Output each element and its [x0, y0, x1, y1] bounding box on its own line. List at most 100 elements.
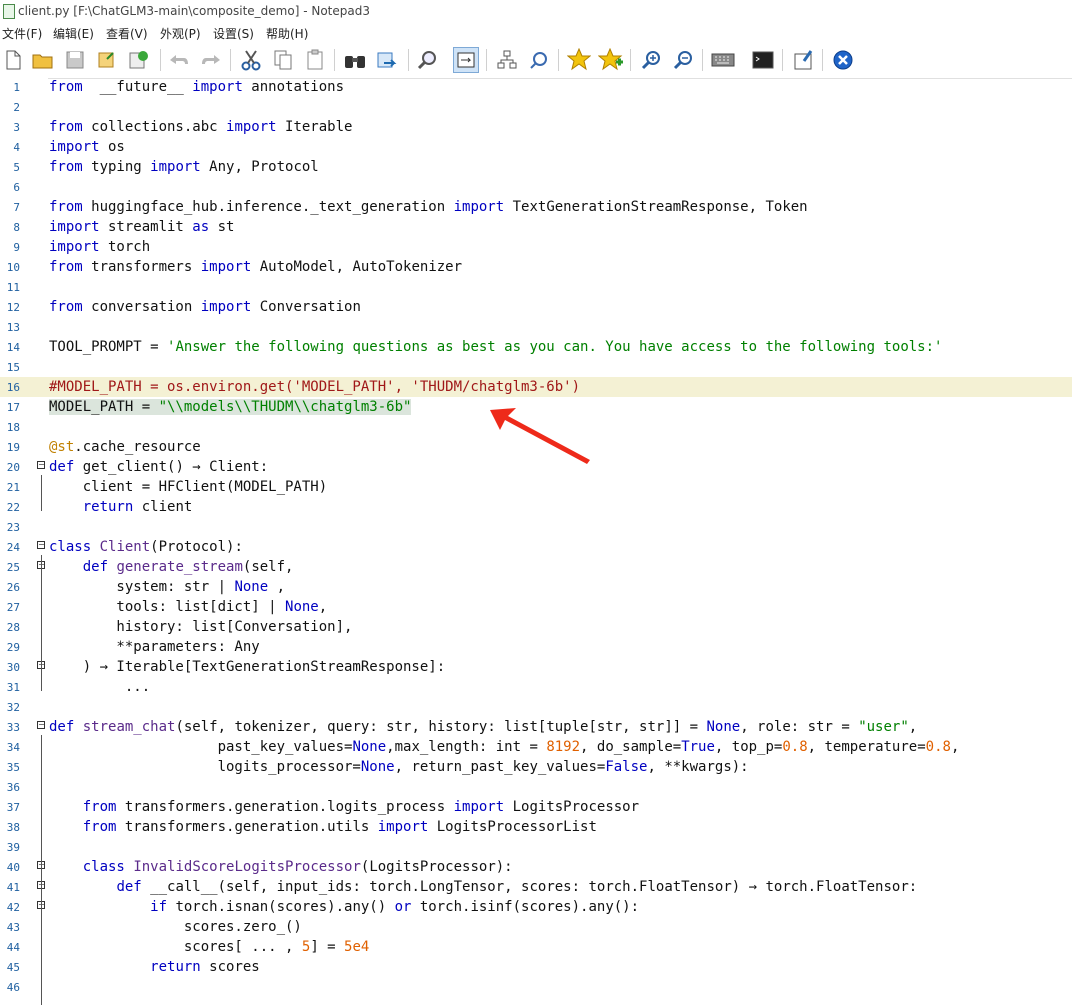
code-line[interactable]: 31 ... — [0, 677, 1072, 697]
code-token: @st — [49, 439, 75, 455]
code-token: , **kwargs): — [647, 759, 749, 775]
code-line[interactable]: 33 − def stream_chat(self, tokenizer, quer… — [0, 717, 1072, 737]
code-line[interactable]: 24 − class Client(Protocol): — [0, 537, 1072, 557]
favorite-icon[interactable] — [566, 47, 592, 73]
line-number: 27 — [6, 601, 20, 614]
new-file-icon[interactable] — [0, 47, 26, 73]
code-line[interactable]: 7 from huggingface_hub.inference._text_ge… — [0, 197, 1072, 217]
line-number: 31 — [6, 681, 20, 694]
code-line[interactable]: 30− ) → Iterable[TextGenerationStreamRes… — [0, 657, 1072, 677]
code-line[interactable]: 23 — [0, 517, 1072, 537]
code-token: system: str | — [49, 579, 235, 595]
zoom-find-icon[interactable] — [414, 47, 440, 73]
menu-settings[interactable]: 设置(S) — [213, 25, 254, 42]
line-number: 43 — [6, 921, 20, 934]
code-line[interactable]: 44 scores[ ... , 5] = 5e4 — [0, 937, 1072, 957]
code-line[interactable]: 28 history: list[Conversation], — [0, 617, 1072, 637]
find-icon[interactable] — [342, 47, 368, 73]
undo-icon[interactable] — [166, 47, 192, 73]
line-number: 12 — [6, 301, 20, 314]
code-line[interactable]: 34 past_key_values=None,max_length: int … — [0, 737, 1072, 757]
code-token: import — [150, 159, 201, 175]
code-line[interactable]: 43 scores.zero_() — [0, 917, 1072, 937]
code-line[interactable]: 4 import os — [0, 137, 1072, 157]
code-line[interactable]: 12 from conversation import Conversation — [0, 297, 1072, 317]
save-as-icon[interactable] — [126, 47, 152, 73]
code-line[interactable]: 37 from transformers.generation.logits_p… — [0, 797, 1072, 817]
menu-file[interactable]: 文件(F) — [2, 25, 42, 42]
cut-icon[interactable] — [238, 47, 264, 73]
fold-toggle-icon[interactable]: − — [37, 461, 45, 469]
code-token: class — [82, 859, 125, 875]
code-line[interactable]: 41− def __call__(self, input_ids: torch.… — [0, 877, 1072, 897]
code-text: from collections.abc import Iterable — [49, 119, 352, 135]
code-line[interactable]: 3 from collections.abc import Iterable — [0, 117, 1072, 137]
code-line[interactable]: 15 — [0, 357, 1072, 377]
code-line[interactable]: 26 system: str | None , — [0, 577, 1072, 597]
code-token: Any, Protocol — [200, 159, 319, 175]
fold-toggle-icon[interactable]: − — [37, 541, 45, 549]
code-line[interactable]: 46 — [0, 977, 1072, 997]
open-folder-icon[interactable] — [30, 47, 56, 73]
add-favorite-icon[interactable] — [598, 47, 624, 73]
code-line[interactable]: 29 **parameters: Any — [0, 637, 1072, 657]
code-line[interactable]: 16 #MODEL_PATH = os.environ.get('MODEL_PA… — [0, 377, 1072, 397]
menu-appearance[interactable]: 外观(P) — [160, 25, 201, 42]
pin-icon[interactable] — [790, 47, 816, 73]
copy-icon[interactable] — [270, 47, 296, 73]
paste-icon[interactable] — [302, 47, 328, 73]
code-line[interactable]: 32 — [0, 697, 1072, 717]
code-line[interactable]: 10 from transformers import AutoModel, Au… — [0, 257, 1072, 277]
code-line[interactable]: 1 from __future__ import annotations — [0, 77, 1072, 97]
code-text: class Client(Protocol): — [49, 539, 243, 555]
code-editor[interactable]: 1 from __future__ import annotations 2 3 fro… — [0, 77, 1072, 1005]
menu-help[interactable]: 帮助(H) — [266, 25, 308, 42]
code-line[interactable]: 35 logits_processor=None, return_past_ke… — [0, 757, 1072, 777]
fold-toggle-icon[interactable]: − — [37, 721, 45, 729]
exit-icon[interactable] — [830, 47, 856, 73]
code-token: (self, tokenizer, query: str, history: l… — [175, 719, 707, 735]
line-number: 23 — [6, 521, 20, 534]
terminal-icon[interactable] — [750, 47, 776, 73]
code-line[interactable]: 42− if torch.isnan(scores).any() or torc… — [0, 897, 1072, 917]
code-line[interactable]: 22 return client — [0, 497, 1072, 517]
code-token: torch.isinf(scores).any(): — [411, 899, 640, 915]
code-token: AutoModel, AutoTokenizer — [251, 259, 463, 275]
code-token: ] = — [310, 939, 345, 955]
code-token: ) → Iterable[TextGenerationStreamRespons… — [49, 659, 446, 675]
code-token: import — [49, 239, 100, 255]
code-token: return — [150, 959, 201, 975]
keyboard-icon[interactable] — [710, 47, 736, 73]
word-wrap-icon[interactable] — [453, 47, 479, 73]
code-line[interactable]: 2 — [0, 97, 1072, 117]
save-icon[interactable] — [62, 47, 88, 73]
replace-icon[interactable] — [374, 47, 400, 73]
schema-icon[interactable] — [494, 47, 520, 73]
code-line[interactable]: 6 — [0, 177, 1072, 197]
code-text: **parameters: Any — [49, 639, 259, 655]
code-line[interactable]: 11 — [0, 277, 1072, 297]
code-token: None — [352, 739, 387, 755]
code-line[interactable]: 36 — [0, 777, 1072, 797]
code-line[interactable]: 14 TOOL_PROMPT = 'Answer the following qu… — [0, 337, 1072, 357]
zoom-in-icon[interactable] — [638, 47, 664, 73]
browse-icon[interactable] — [94, 47, 120, 73]
code-line[interactable]: 13 — [0, 317, 1072, 337]
menu-edit[interactable]: 编辑(E) — [53, 25, 94, 42]
code-line[interactable]: 27 tools: list[dict] | None, — [0, 597, 1072, 617]
code-line[interactable]: 8 import streamlit as st — [0, 217, 1072, 237]
redo-icon[interactable] — [198, 47, 224, 73]
code-line[interactable]: 21 client = HFClient(MODEL_PATH) — [0, 477, 1072, 497]
menu-view[interactable]: 查看(V) — [106, 25, 148, 42]
line-number: 37 — [6, 801, 20, 814]
code-token: client = HFClient(MODEL_PATH) — [49, 479, 328, 495]
code-line[interactable]: 45 return scores — [0, 957, 1072, 977]
code-line[interactable]: 38 from transformers.generation.utils im… — [0, 817, 1072, 837]
zoom-out-icon[interactable] — [670, 47, 696, 73]
scheme-config-icon[interactable] — [526, 47, 552, 73]
code-line[interactable]: 9 import torch — [0, 237, 1072, 257]
code-line[interactable]: 40− class InvalidScoreLogitsProcessor(Lo… — [0, 857, 1072, 877]
code-line[interactable]: 5 from typing import Any, Protocol — [0, 157, 1072, 177]
code-line[interactable]: 39 — [0, 837, 1072, 857]
code-line[interactable]: 25− def generate_stream(self, — [0, 557, 1072, 577]
